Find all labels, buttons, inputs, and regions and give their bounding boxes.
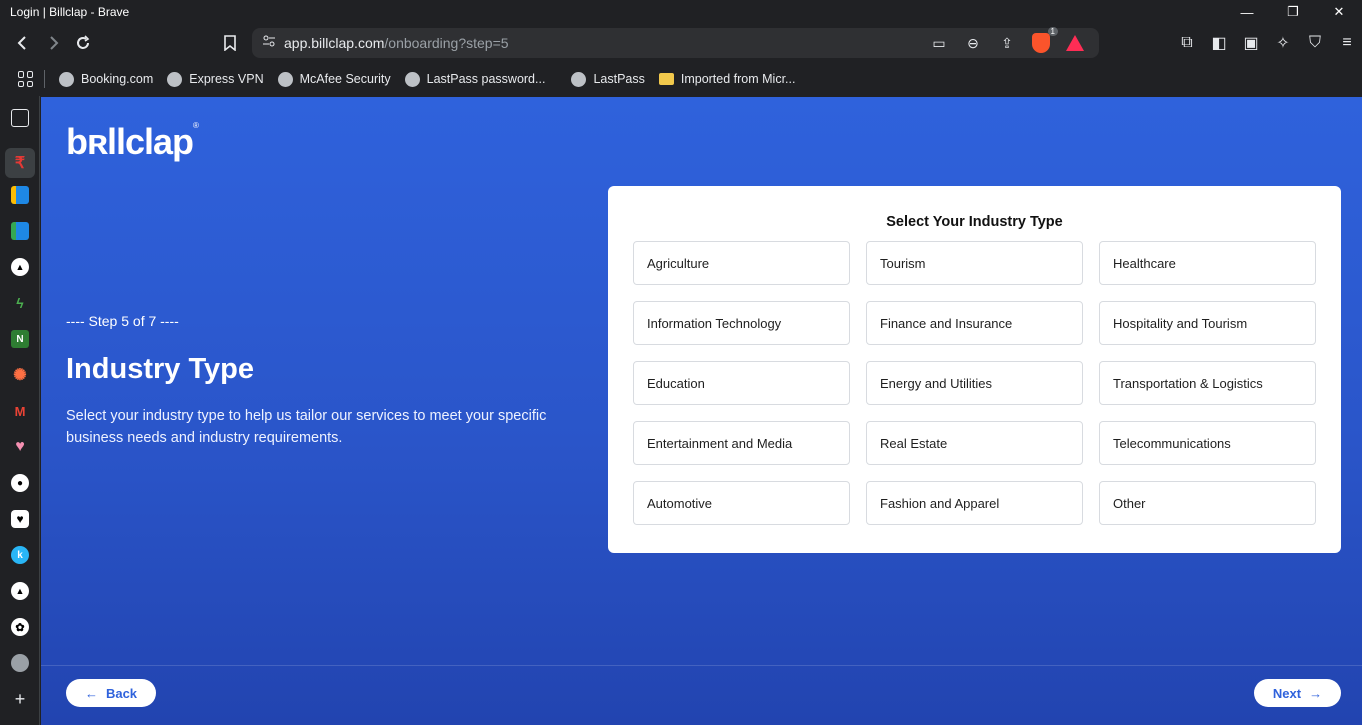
step-indicator: ---- Step 5 of 7 ---- [66,313,179,329]
apps-grid-icon[interactable] [18,71,34,87]
option-energy-utilities[interactable]: Energy and Utilities [866,361,1083,405]
bookmark-mcafee[interactable]: McAfee Security [277,71,391,87]
site-settings-icon[interactable] [262,34,276,53]
option-transportation-logistics[interactable]: Transportation & Logistics [1099,361,1316,405]
extensions-icon[interactable]: ⧉ [1172,28,1202,58]
triangle-app-icon[interactable]: ▲ [11,582,29,600]
option-education[interactable]: Education [633,361,850,405]
globe-icon[interactable] [11,654,29,672]
zoom-icon[interactable]: ⊖ [959,29,987,57]
bookmark-icon[interactable] [215,28,245,58]
url-text: app.billclap.com/onboarding?step=5 [284,35,509,51]
globe-icon [571,71,587,87]
footer-divider [41,665,1362,666]
sidebar-panel-icon[interactable] [11,109,29,127]
bookmark-label: Imported from Micr... [680,72,796,86]
option-automotive[interactable]: Automotive [633,481,850,525]
page-description: Select your industry type to help us tai… [66,408,547,446]
arrow-left-icon: ← [84,685,98,701]
option-other[interactable]: Other [1099,481,1316,525]
next-button-label: Next [1272,685,1302,701]
reload-icon[interactable] [68,28,98,58]
maximize-button[interactable]: ❐ [1270,0,1316,24]
page-title: Industry Type [66,353,254,385]
bookmark-lastpass-password[interactable]: LastPass password... [404,71,546,87]
shield-count: 1 [1047,27,1058,36]
google-meet-icon[interactable] [11,186,29,204]
bookmarks-bar: Booking.com Express VPN McAfee Security … [0,62,1362,96]
back-button-label: Back [105,685,138,701]
bookmark-booking[interactable]: Booking.com [59,71,154,87]
card-title: Select Your Industry Type [886,214,1063,230]
forward-arrow-icon[interactable] [38,28,68,58]
vpn-icon[interactable]: ⛉ [1300,28,1330,58]
back-button[interactable]: ← Back [66,679,156,707]
sidebar-toggle-icon[interactable]: ◧ [1204,28,1234,58]
bookmark-label: Booking.com [81,72,154,86]
billclap-logo: bʀllclap® [66,121,199,162]
leo-ai-icon[interactable]: ✧ [1268,28,1298,58]
option-agriculture[interactable]: Agriculture [633,241,850,285]
bookmark-lastpass[interactable]: LastPass [571,71,645,87]
billclap-rupee-icon[interactable]: ₹ [5,148,35,178]
next-button[interactable]: Next → [1254,679,1341,707]
minimize-button[interactable]: — [1224,0,1270,24]
openai-icon[interactable]: ✿ [11,618,29,636]
bookmark-express-vpn[interactable]: Express VPN [167,71,264,87]
onboarding-page: bʀllclap® ---- Step 5 of 7 ---- Industry… [41,97,1362,725]
address-bar[interactable]: app.billclap.com/onboarding?step=5 ▭ ⊖ ⇪… [252,27,1099,58]
google-meet-icon[interactable] [11,222,29,240]
lightning-icon[interactable]: ϟ [11,294,29,312]
option-tourism[interactable]: Tourism [866,241,1083,285]
k-app-icon[interactable]: k [11,546,29,564]
option-healthcare[interactable]: Healthcare [1099,241,1316,285]
option-finance-insurance[interactable]: Finance and Insurance [866,301,1083,345]
window-titlebar: Login | Billclap - Brave — ❐ ✕ [0,0,1362,24]
industry-options-grid: Agriculture Tourism Healthcare Informati… [633,241,1316,525]
window-title: Login | Billclap - Brave [10,5,130,19]
heart-outline-icon[interactable]: ♥ [11,510,29,528]
add-panel-icon[interactable]: + [11,689,29,709]
browser-sidebar: ₹ ▲ ϟ N ✺ M ♥ ● ♥ k ▲ ✿ + [0,96,40,725]
share-icon[interactable]: ⇪ [993,29,1021,57]
browser-toolbar: app.billclap.com/onboarding?step=5 ▭ ⊖ ⇪… [0,24,1362,62]
option-hospitality-tourism[interactable]: Hospitality and Tourism [1099,301,1316,345]
install-app-icon[interactable]: ▭ [925,29,953,57]
globe-icon [404,71,420,87]
bookmark-folder-imported[interactable]: Imported from Micr... [658,72,796,86]
tn-app-icon[interactable]: N [11,330,29,348]
url-host: app.billclap.com [284,35,385,51]
bookmark-label: LastPass password... [426,72,546,86]
bookmark-label: LastPass [593,72,645,86]
bookmark-label: McAfee Security [299,72,391,86]
menu-icon[interactable]: ≡ [1332,28,1362,58]
globe-icon [59,71,74,87]
option-information-technology[interactable]: Information Technology [633,301,850,345]
folder-icon [658,73,674,85]
triangle-app-icon[interactable]: ▲ [11,258,29,276]
url-path: /onboarding?step=5 [384,35,509,51]
option-real-estate[interactable]: Real Estate [866,421,1083,465]
option-fashion-apparel[interactable]: Fashion and Apparel [866,481,1083,525]
back-arrow-icon[interactable] [8,28,38,58]
sparkle-icon[interactable]: ✺ [11,366,29,384]
globe-icon [167,71,183,87]
option-entertainment-media[interactable]: Entertainment and Media [633,421,850,465]
brave-shields-icon[interactable]: 1 [1027,27,1058,57]
industry-selection-card: Select Your Industry Type Agriculture To… [608,186,1341,553]
option-telecommunications[interactable]: Telecommunications [1099,421,1316,465]
brave-rewards-icon[interactable] [1061,29,1089,57]
close-button[interactable]: ✕ [1316,0,1362,24]
logo-text: bʀllclap [66,121,194,162]
wallet-icon[interactable]: ▣ [1236,28,1266,58]
bookmarks-divider [44,70,45,88]
heart-app-icon[interactable]: ♥ [11,438,29,456]
bookmark-label: Express VPN [189,72,264,86]
globe-icon [277,71,293,87]
arrow-right-icon: → [1309,685,1323,701]
github-icon[interactable]: ● [11,474,29,492]
gmail-icon[interactable]: M [11,402,29,420]
